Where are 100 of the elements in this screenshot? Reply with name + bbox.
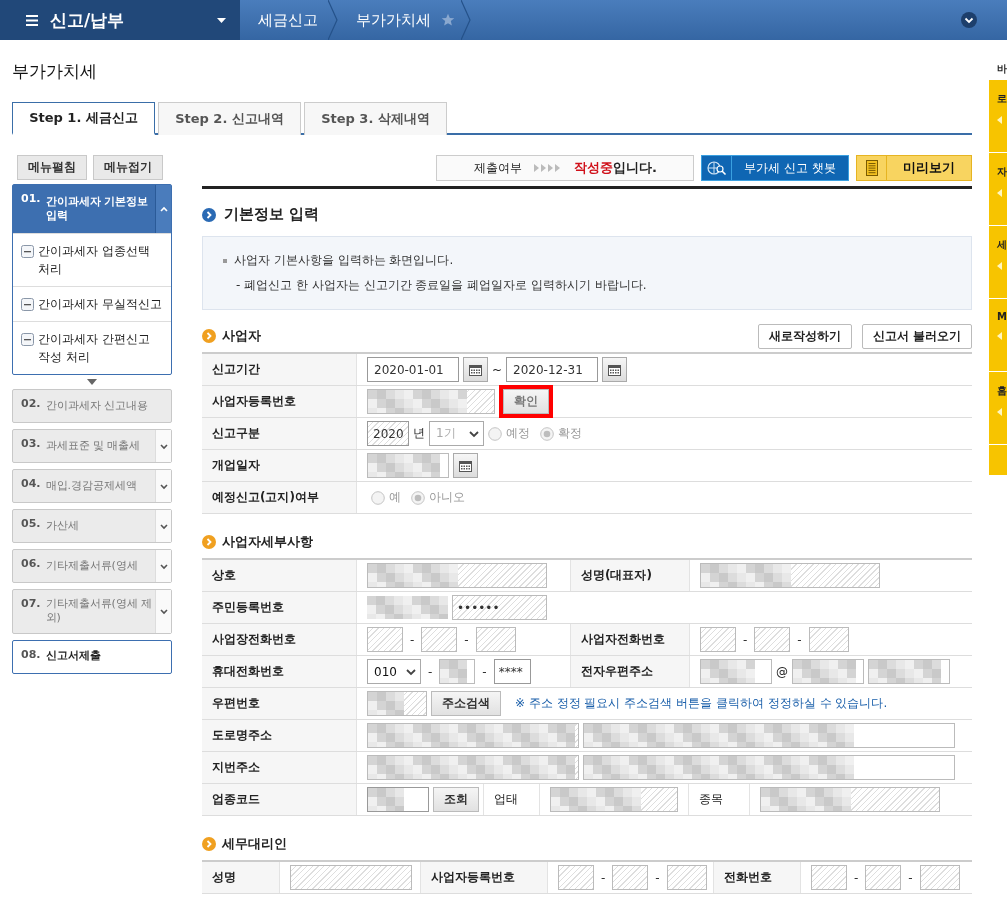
- star-icon[interactable]: [441, 13, 455, 27]
- preview-button[interactable]: 미리보기: [856, 155, 972, 181]
- breadcrumb-separator: [461, 0, 471, 40]
- step-menu-item[interactable]: 08. 신고서제출: [12, 639, 172, 674]
- address-field[interactable]: [583, 723, 955, 748]
- email-field[interactable]: [700, 659, 772, 684]
- arrows-icon: [533, 164, 562, 172]
- at-sign: @: [776, 664, 788, 679]
- step-menu-item[interactable]: 04. 매입.경감공제세액: [12, 469, 172, 503]
- quick-menu-tab[interactable]: 자: [989, 153, 1007, 226]
- step-menu-item[interactable]: 06. 기타제출서류(영세: [12, 549, 172, 583]
- step-tab[interactable]: Step 1. 세금신고: [12, 102, 155, 135]
- status-text: 작성중입니다.: [573, 159, 657, 177]
- text-field[interactable]: [421, 627, 458, 652]
- field-label: 업종코드: [202, 784, 357, 815]
- menu-toggle-button[interactable]: 메뉴펼침: [17, 155, 87, 180]
- text-field[interactable]: [808, 627, 849, 652]
- field-label: 신고기간: [202, 354, 357, 385]
- calendar-button[interactable]: [602, 357, 628, 382]
- address-field[interactable]: [583, 755, 955, 780]
- chatbot-button[interactable]: 부가세 신고 챗봇: [701, 155, 849, 181]
- page-title: 부가가치세: [12, 60, 97, 83]
- caret-icon: [158, 204, 169, 214]
- domain-field[interactable]: [792, 659, 864, 684]
- date-field[interactable]: 2020-01-01: [367, 357, 459, 382]
- text-field[interactable]: [700, 627, 736, 652]
- action-button[interactable]: 신고서 불러오기: [861, 323, 972, 349]
- step-menu-item[interactable]: 03. 과세표준 및 매출세: [12, 429, 172, 463]
- text-field[interactable]: ****: [493, 659, 531, 684]
- text-field[interactable]: [439, 659, 476, 684]
- calendar-icon: [459, 459, 472, 472]
- menu-icon[interactable]: [26, 14, 38, 26]
- section-heading: 사업자: [222, 327, 261, 345]
- text-field[interactable]: [760, 787, 940, 812]
- text-field[interactable]: ••••••: [452, 595, 547, 620]
- text-field[interactable]: [475, 627, 516, 652]
- text-field[interactable]: [811, 865, 847, 890]
- dropdown-icon[interactable]: [217, 17, 226, 23]
- field-label: 상호: [202, 560, 357, 591]
- collapse-toggle[interactable]: [155, 185, 171, 233]
- prefix-select[interactable]: 010: [367, 659, 421, 684]
- date-field[interactable]: [367, 453, 449, 478]
- calendar-button[interactable]: [453, 453, 478, 478]
- action-button[interactable]: 새로작성하기: [757, 323, 852, 349]
- sub-menu-item[interactable]: 간이과세자 간편신고 작성 처리: [13, 321, 171, 374]
- breadcrumb-link[interactable]: 세금신고: [240, 0, 328, 40]
- blurred-text: [701, 660, 755, 683]
- text-field[interactable]: [666, 865, 707, 890]
- caret-icon: [158, 561, 169, 571]
- registration-number-field[interactable]: [367, 389, 495, 414]
- text-field[interactable]: [558, 865, 594, 890]
- address-search-button[interactable]: 주소검색: [431, 691, 501, 716]
- step-menu-item[interactable]: 02. 간이과세자 신고내용: [12, 389, 172, 423]
- text-field[interactable]: [367, 627, 403, 652]
- dash: -: [854, 870, 859, 885]
- code-field[interactable]: [367, 787, 429, 812]
- text-field[interactable]: [612, 865, 649, 890]
- caret-icon: [158, 606, 169, 617]
- step-tab[interactable]: Step 3. 삭제내역: [304, 102, 447, 135]
- text-field[interactable]: [367, 563, 547, 588]
- text-field[interactable]: [550, 787, 678, 812]
- arrow-icon: [997, 189, 1002, 197]
- quick-menu-tab[interactable]: 홈: [989, 372, 1007, 445]
- text-field[interactable]: [865, 865, 902, 890]
- sub-menu-item[interactable]: 간이과세자 무실적신고: [13, 286, 171, 321]
- quick-menu-tab[interactable]: 세: [989, 226, 1007, 299]
- step-menu-item[interactable]: 07. 기타제출서류(영세 제외): [12, 589, 172, 634]
- postal-code-field[interactable]: [367, 691, 427, 716]
- quick-menu-tab[interactable]: 로: [989, 80, 1007, 153]
- breadcrumb-link[interactable]: 부가가치세: [338, 0, 441, 40]
- step-menu-item[interactable]: 05. 가산세: [12, 509, 172, 543]
- sub-menu-item[interactable]: 간이과세자 업종선택 처리: [13, 233, 171, 286]
- quick-menu-tab[interactable]: M: [989, 299, 1007, 372]
- text-field[interactable]: [290, 865, 412, 890]
- dash: -: [482, 664, 487, 679]
- menu-toggle-button[interactable]: 메뉴접기: [93, 155, 163, 180]
- text-field[interactable]: [919, 865, 960, 890]
- minus-box-icon: [21, 333, 34, 346]
- arrow-icon: [997, 408, 1002, 416]
- calendar-icon: [608, 363, 622, 376]
- radio-label: 아니오: [429, 489, 465, 506]
- blurred-text: [793, 660, 856, 683]
- bullet-icon: [223, 258, 227, 263]
- domain-field[interactable]: [868, 659, 950, 684]
- text-field[interactable]: [754, 627, 791, 652]
- step-tab[interactable]: Step 2. 신고내역: [158, 102, 301, 135]
- field-label: 전화번호: [713, 862, 801, 893]
- caret-icon: [158, 481, 169, 491]
- arrow-icon: [997, 116, 1002, 124]
- expand-icon[interactable]: [961, 12, 977, 28]
- date-field[interactable]: 2020-12-31: [506, 357, 599, 382]
- arrow-icon: [997, 332, 1002, 340]
- range-separator: ~: [492, 362, 503, 377]
- text-field[interactable]: [700, 563, 880, 588]
- down-arrow-icon: [87, 379, 97, 385]
- calendar-button[interactable]: [463, 357, 488, 382]
- step-menu-item[interactable]: 01. 간이과세자 기본정보 입력 간이과세자 업종선택 처리 간이과세자 무실적신고 간이과세자 간편신고 작성 처리: [12, 184, 172, 375]
- field-label: 주민등록번호: [202, 592, 357, 623]
- caret-icon: [469, 429, 479, 438]
- lookup-button[interactable]: 조회: [433, 787, 479, 812]
